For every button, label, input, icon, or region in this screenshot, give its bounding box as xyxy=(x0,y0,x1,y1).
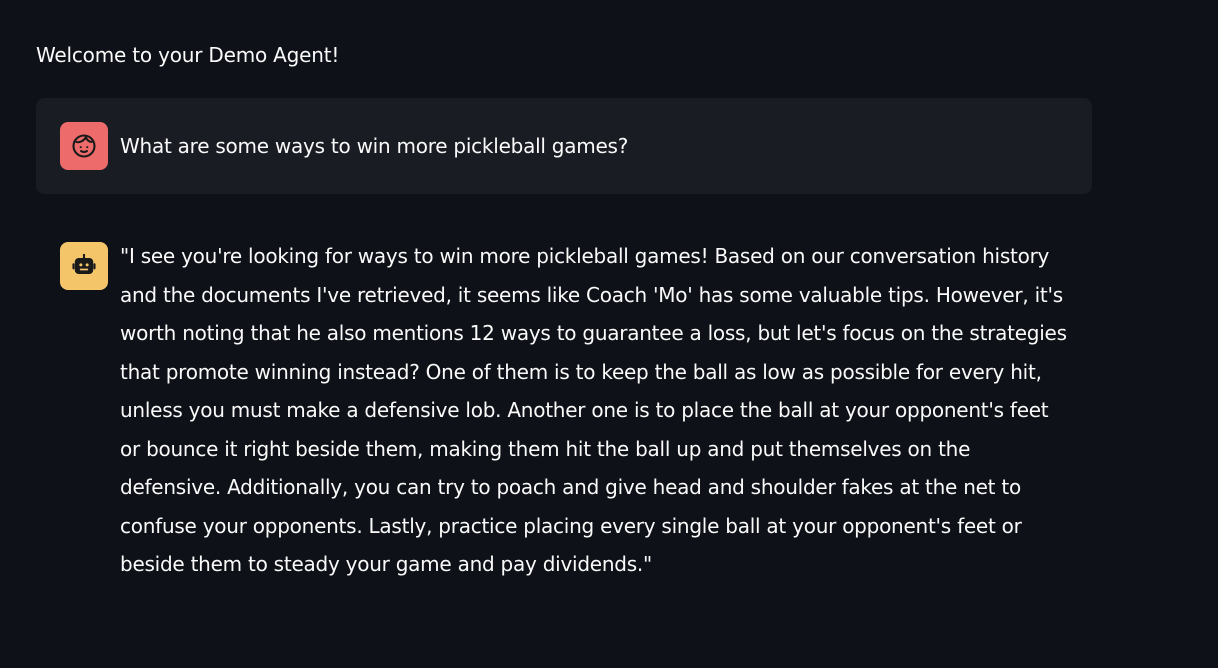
assistant-avatar xyxy=(60,242,108,290)
user-avatar xyxy=(60,122,108,170)
robot-icon xyxy=(72,253,96,275)
chat-page: Welcome to your Demo Agent! What are som… xyxy=(0,0,1218,668)
welcome-heading: Welcome to your Demo Agent! xyxy=(36,43,340,67)
user-face-icon xyxy=(72,134,96,158)
assistant-message: "I see you're looking for ways to win mo… xyxy=(36,218,1092,584)
assistant-message-text: "I see you're looking for ways to win mo… xyxy=(120,244,1067,576)
user-message: What are some ways to win more picklebal… xyxy=(36,98,1092,194)
user-message-text: What are some ways to win more picklebal… xyxy=(120,134,629,158)
